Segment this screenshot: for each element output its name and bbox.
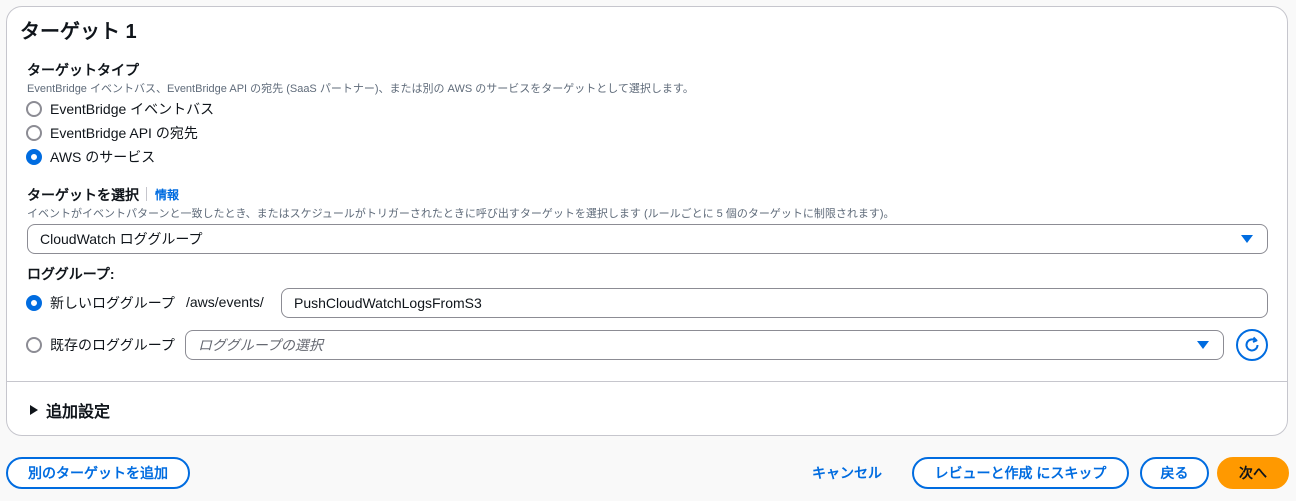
radio-label: AWS のサービス <box>50 149 156 165</box>
cancel-button[interactable]: キャンセル <box>800 457 894 489</box>
add-target-button[interactable]: 別のターゲットを追加 <box>6 457 190 489</box>
target-select-value: CloudWatch ロググループ <box>40 231 203 247</box>
radio-button[interactable] <box>26 101 42 117</box>
target-card <box>6 6 1288 436</box>
radio-eventbridge-bus[interactable]: EventBridge イベントバス <box>26 99 214 119</box>
log-group-label: ロググループ: <box>27 266 115 282</box>
target-title: ターゲット 1 <box>20 21 137 43</box>
radio-button[interactable] <box>26 295 42 311</box>
existing-log-group-placeholder: ロググループの選択 <box>198 337 323 353</box>
existing-log-group-select[interactable]: ロググループの選択 <box>185 330 1224 360</box>
radio-button[interactable] <box>26 337 42 353</box>
radio-label: EventBridge イベントバス <box>50 101 215 117</box>
label-separator <box>146 187 147 201</box>
radio-existing-log-group[interactable]: 既存のロググループ <box>26 335 175 355</box>
additional-settings-label: 追加設定 <box>46 404 111 421</box>
log-group-name-value: PushCloudWatchLogsFromS3 <box>294 295 482 311</box>
target-select[interactable]: CloudWatch ロググループ <box>27 224 1268 254</box>
caret-down-icon <box>1241 235 1253 243</box>
log-group-prefix: /aws/events/ <box>186 294 264 310</box>
next-button[interactable]: 次へ <box>1217 457 1289 489</box>
back-button[interactable]: 戻る <box>1140 457 1209 489</box>
select-target-description: イベントがイベントパターンと一致したとき、またはスケジュールがトリガーされたとき… <box>27 208 895 220</box>
radio-button[interactable] <box>26 125 42 141</box>
additional-settings-expander[interactable]: 追加設定 <box>30 398 110 422</box>
target-type-label: ターゲットタイプ <box>27 62 139 78</box>
radio-button[interactable] <box>26 149 42 165</box>
target-type-description: EventBridge イベントバス、EventBridge API の宛先 (… <box>27 83 694 95</box>
radio-aws-service[interactable]: AWS のサービス <box>26 147 155 167</box>
radio-eventbridge-api[interactable]: EventBridge API の宛先 <box>26 123 198 143</box>
radio-label: 新しいロググループ <box>50 295 175 311</box>
select-target-label: ターゲットを選択 <box>27 187 139 203</box>
info-link[interactable]: 情報 <box>155 186 179 203</box>
refresh-icon <box>1245 336 1259 352</box>
caret-down-icon <box>1197 341 1209 349</box>
skip-to-review-button[interactable]: レビューと作成 にスキップ <box>912 457 1129 489</box>
refresh-button[interactable] <box>1236 329 1268 361</box>
radio-label: EventBridge API の宛先 <box>50 125 198 141</box>
radio-label: 既存のロググループ <box>50 337 175 353</box>
log-group-name-input[interactable]: PushCloudWatchLogsFromS3 <box>281 288 1268 318</box>
radio-new-log-group[interactable]: 新しいロググループ <box>26 293 175 313</box>
section-divider <box>6 381 1288 382</box>
caret-right-icon <box>30 405 38 415</box>
